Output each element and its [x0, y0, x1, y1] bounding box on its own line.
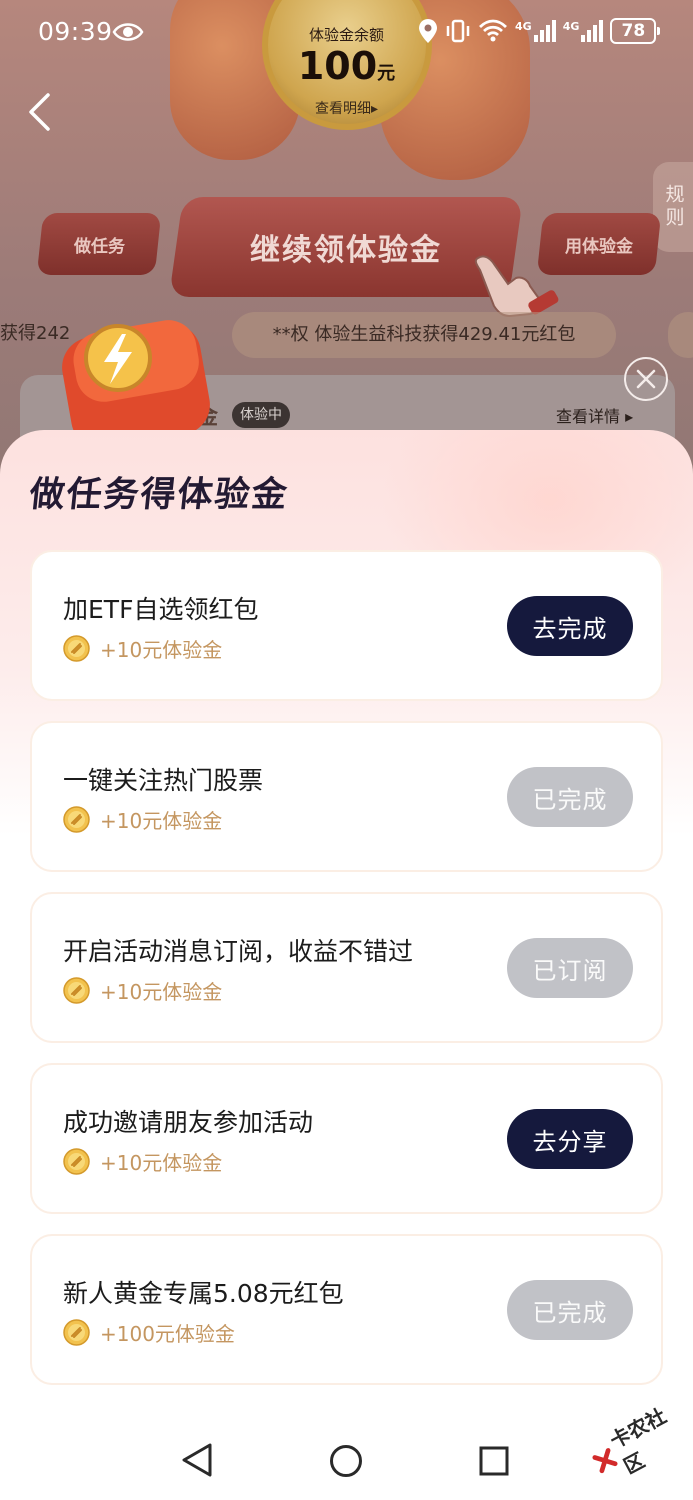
continue-claim-label: 继续领体验金: [250, 233, 442, 268]
task-card: 新人黄金专属5.08元红包 +100元体验金 已完成: [30, 1234, 663, 1385]
sheet-title: 做任务得体验金: [27, 475, 291, 515]
task-action-button: 已订阅: [507, 938, 633, 998]
network-type-2: 4G: [562, 20, 580, 33]
nav-back-icon[interactable]: [180, 1442, 214, 1478]
task-reward: +10元体验金: [63, 634, 222, 662]
task-title: 开启活动消息订阅，收益不错过: [63, 937, 414, 966]
ticker-item-next: [668, 312, 693, 358]
do-tasks-button[interactable]: 做任务: [36, 213, 162, 275]
battery-icon: 78: [610, 18, 661, 44]
action-row: 做任务 继续领体验金 用体验金: [0, 195, 693, 305]
do-tasks-label: 做任务: [73, 236, 125, 257]
task-reward-text: +10元体验金: [100, 1150, 223, 1175]
task-reward: +10元体验金: [63, 1147, 222, 1175]
chevron-left-icon: [29, 93, 50, 131]
signal-bars-icon: [581, 20, 604, 42]
network-type-1: 4G: [515, 20, 532, 33]
gold-coin-icon: [63, 1318, 90, 1346]
task-card: 开启活动消息订阅，收益不错过 +10元体验金 已订阅: [30, 892, 663, 1043]
red-packet-lightning-icon: [62, 320, 210, 449]
task-reward-text: +10元体验金: [100, 808, 223, 833]
task-reward-text: +10元体验金: [100, 979, 223, 1004]
task-reward-text: +10元体验金: [100, 637, 223, 662]
task-title: 成功邀请朋友参加活动: [63, 1108, 314, 1137]
signal-bars-icon: [533, 20, 556, 42]
gold-coin-icon: [63, 1147, 90, 1175]
gold-coin-icon: [63, 634, 90, 662]
close-sheet-button[interactable]: [624, 357, 668, 401]
task-reward-text: +100元体验金: [100, 1321, 235, 1346]
balance-detail-link[interactable]: 查看明细▸: [0, 98, 693, 118]
task-bottom-sheet: 做任务得体验金 加ETF自选领红包 +10元体验金 去完成一键关注热门股票 +10元体…: [0, 430, 693, 1500]
balance-amount-unit: 元: [377, 63, 396, 84]
status-badge: 体验中: [232, 402, 290, 428]
use-trial-fund-label: 用体验金: [565, 236, 633, 257]
task-title: 新人黄金专属5.08元红包: [63, 1279, 344, 1308]
eye-icon: [112, 23, 144, 41]
task-title: 一键关注热门股票: [63, 766, 264, 795]
location-icon: [419, 19, 437, 43]
task-reward: +100元体验金: [63, 1318, 235, 1346]
vibrate-icon: [446, 19, 470, 43]
task-title: 加ETF自选领红包: [63, 595, 259, 624]
task-action-button[interactable]: 去分享: [507, 1109, 633, 1169]
signal-2: 4G: [563, 20, 604, 42]
task-card: 成功邀请朋友参加活动 +10元体验金 去分享: [30, 1063, 663, 1214]
task-reward: +10元体验金: [63, 805, 222, 833]
system-nav-bar: [0, 1420, 693, 1500]
task-action-button: 已完成: [507, 1280, 633, 1340]
close-icon: [636, 369, 656, 389]
back-button[interactable]: [22, 92, 56, 132]
nav-home-icon[interactable]: [329, 1444, 363, 1478]
task-action-button[interactable]: 去完成: [507, 596, 633, 656]
status-time: 09:39: [38, 17, 113, 46]
gold-coin-icon: [63, 976, 90, 1004]
ticker-item-current: **权 体验生益科技获得429.41元红包: [232, 312, 616, 358]
task-action-button: 已完成: [507, 767, 633, 827]
task-list: 加ETF自选领红包 +10元体验金 去完成 一键关注热门股票 +10元体验金 已完成 开启活…: [30, 550, 663, 1405]
status-icons: 4G 4G 78: [418, 18, 661, 44]
task-card: 加ETF自选领红包 +10元体验金 去完成: [30, 550, 663, 701]
nav-recent-apps-icon[interactable]: [478, 1445, 510, 1477]
status-bar: 09:39 4G 4G 78: [0, 0, 693, 66]
task-reward: +10元体验金: [63, 976, 222, 1004]
view-details-link[interactable]: 查看详情 ▸: [556, 403, 633, 427]
signal-1: 4G: [515, 20, 556, 42]
gold-coin-icon: [63, 805, 90, 833]
wifi-icon: [479, 19, 507, 42]
task-card: 一键关注热门股票 +10元体验金 已完成: [30, 721, 663, 872]
